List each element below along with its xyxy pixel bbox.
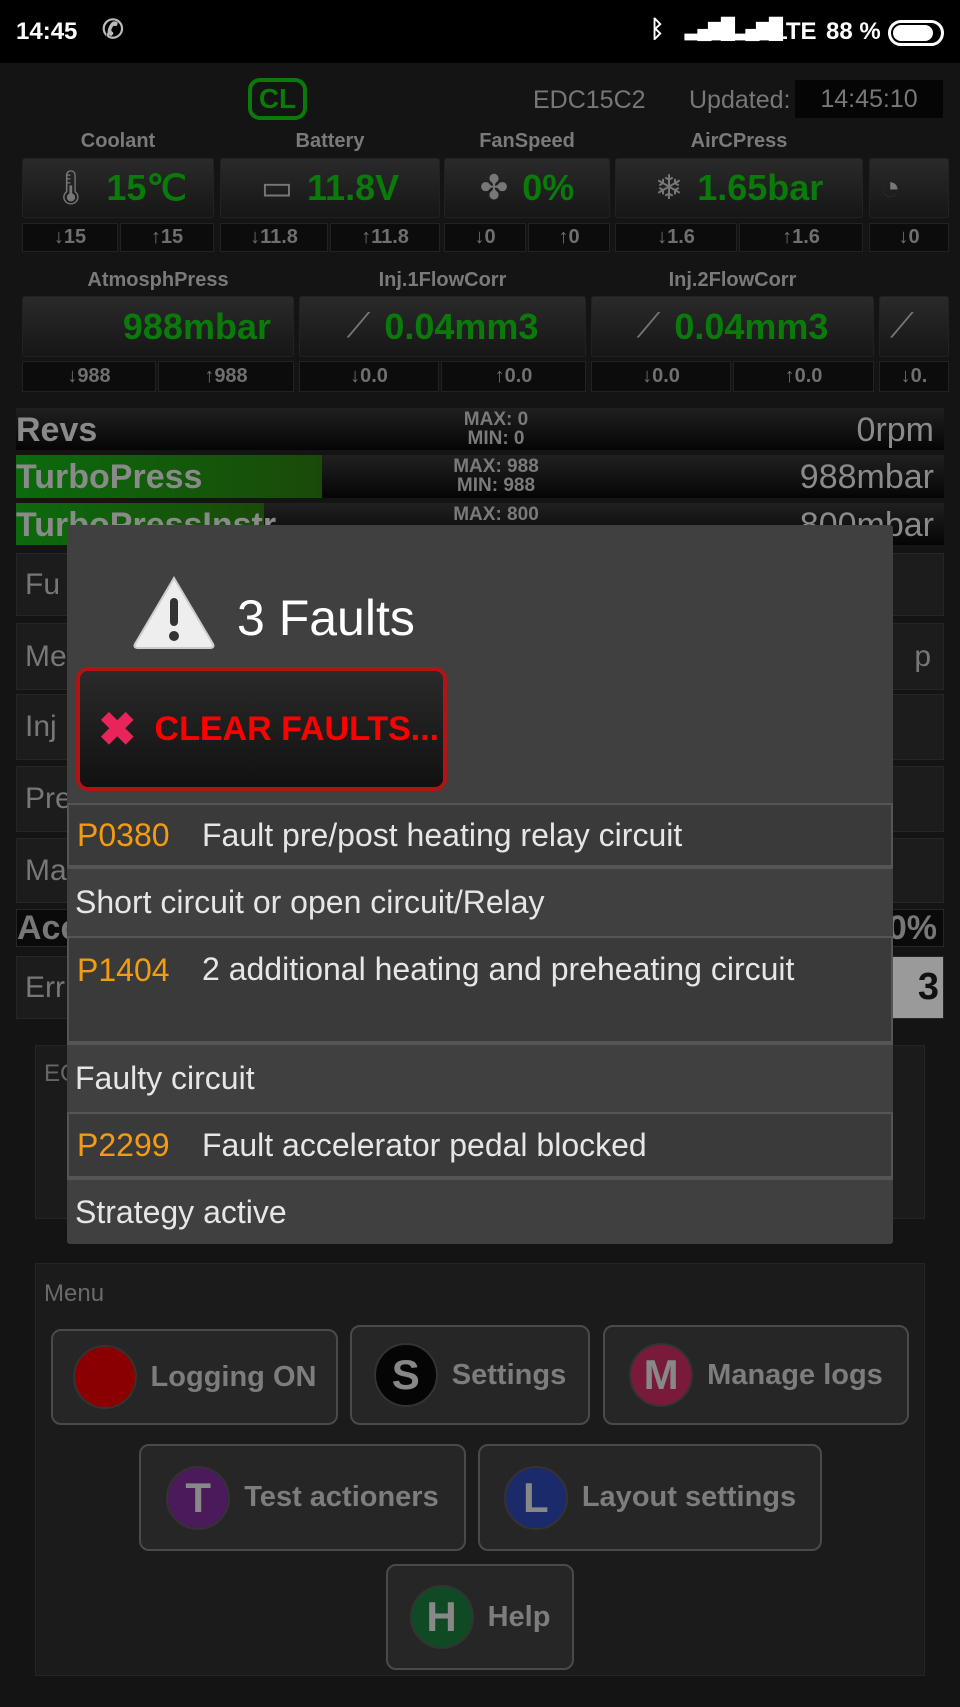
warning-icon: [133, 576, 215, 649]
bar-minmax: MAX: 988 MIN: 988: [453, 456, 539, 496]
layout-settings-button[interactable]: L Layout settings: [478, 1444, 822, 1551]
bar-minmax: MAX: 0 MIN: 0: [463, 409, 529, 449]
network-type: LTE: [773, 18, 817, 45]
gauge-icon: ◔: [880, 168, 901, 207]
x-icon: ✖: [98, 703, 137, 755]
gauge-min: ↓0.: [879, 361, 949, 392]
gauge-label: Coolant: [80, 130, 156, 152]
gauge-partial[interactable]: ⟋: [879, 296, 949, 357]
gauge-max: ↑988: [158, 361, 294, 392]
snowflake-icon: ❄: [654, 169, 684, 207]
bluetooth-icon: ᛒ: [650, 16, 665, 43]
gauge-value: 15℃: [106, 167, 187, 208]
bar-value: 988mbar: [799, 458, 934, 496]
gauge-fanspeed[interactable]: ✤ 0%: [444, 158, 610, 218]
faults-dialog: 3 Faults ✖ CLEAR FAULTS... P0380 Fault pr…: [67, 525, 893, 1244]
bar-minmax: MAX: 800: [453, 504, 539, 525]
gauge-aircpress[interactable]: ❄ 1.65bar: [615, 158, 863, 218]
gauge-label: Inj.2FlowCorr: [668, 269, 797, 291]
gauge-max: ↑1.6: [739, 223, 863, 252]
gauge-value: 988mbar: [122, 305, 271, 347]
fault-detail: Faulty circuit: [67, 1043, 893, 1112]
dialog-title: 3 Faults: [237, 590, 415, 646]
gauge-value: 11.8V: [307, 167, 400, 208]
help-button[interactable]: H Help: [386, 1564, 574, 1670]
gauge-min: ↓0.0: [591, 361, 731, 392]
bar-turbopress: TurboPress MAX: 988 MIN: 988 988mbar: [16, 455, 944, 498]
gauge-min: ↓0: [444, 223, 526, 252]
ecu-name: EDC15C2: [533, 86, 646, 114]
logging-button[interactable]: Logging ON: [51, 1329, 338, 1425]
gauge-max: ↑11.8: [330, 223, 440, 252]
gauge-max: ↑0.0: [441, 361, 586, 392]
gauge-label: Inj.1FlowCorr: [378, 269, 507, 291]
gauge-label: FanSpeed: [479, 130, 575, 152]
bar-name: TurboPress: [16, 458, 203, 496]
fault-row[interactable]: P1404 2 additional heating and preheating…: [67, 936, 893, 1043]
mode-badge[interactable]: CL: [248, 78, 307, 120]
bar-revs: Revs MAX: 0 MIN: 0 0rpm: [16, 408, 944, 450]
fault-row[interactable]: P2299 Fault accelerator pedal blocked: [67, 1112, 893, 1178]
gauge-max: ↑15: [120, 223, 214, 252]
gauge-inj2flowcorr[interactable]: ⟋ 0.04mm3: [591, 296, 874, 357]
manage-logs-button[interactable]: M Manage logs: [603, 1325, 909, 1425]
fault-row[interactable]: P0380 Fault pre/post heating relay circui…: [67, 803, 893, 867]
layout-letter-icon: L: [503, 1465, 568, 1530]
updated-time: 14:45:10: [795, 80, 943, 118]
gauge-min: ↓11.8: [220, 223, 328, 252]
gauge-value: 0%: [522, 167, 575, 208]
clear-faults-button[interactable]: ✖ CLEAR FAULTS...: [76, 667, 447, 791]
gauge-max: ↑0: [528, 223, 610, 252]
injector-icon: ⟋: [346, 307, 371, 345]
gauge-atmosphpress[interactable]: 988mbar: [22, 296, 294, 357]
clock: 14:45: [16, 18, 78, 45]
bar-name: Revs: [16, 411, 98, 449]
injector-icon: ⟋: [890, 307, 914, 345]
injector-icon: ⟋: [636, 307, 661, 345]
gauge-min: ↓15: [22, 223, 118, 252]
gauge-min: ↓1.6: [615, 223, 737, 252]
help-letter-icon: H: [409, 1585, 474, 1649]
fault-detail: Short circuit or open circuit/Relay: [67, 867, 893, 936]
manage-logs-letter-icon: M: [629, 1343, 694, 1407]
updated-label: Updated:: [689, 86, 791, 114]
gauge-label: Battery: [295, 130, 365, 152]
gauge-coolant[interactable]: 🌡 15℃: [22, 158, 214, 218]
gauge-inj1flowcorr[interactable]: ⟋ 0.04mm3: [299, 296, 586, 357]
bar-value: 0rpm: [856, 411, 934, 449]
thermometer-icon: 🌡: [49, 169, 93, 207]
settings-button[interactable]: S Settings: [350, 1325, 590, 1425]
gauge-value: 1.65bar: [697, 167, 824, 208]
record-icon: [72, 1345, 137, 1409]
fan-icon: ✤: [479, 169, 509, 207]
gauge-partial[interactable]: ◔: [869, 158, 949, 218]
status-bar: 14:45 ✆ ᛒ ▂▄▆█ ▂▄▆█ LTE 88 %: [0, 0, 960, 63]
battery-icon: [888, 20, 944, 46]
gauge-label: AirCPress: [690, 130, 788, 152]
gauge-battery[interactable]: ▭ 11.8V: [220, 158, 440, 218]
phone-icon: ✆: [102, 14, 124, 44]
test-actioners-button[interactable]: T Test actioners: [139, 1444, 466, 1551]
signal-icon: ▂▄▆█: [685, 18, 735, 40]
gauge-min: ↓988: [22, 361, 156, 392]
fault-detail: Strategy active: [67, 1178, 893, 1244]
gauge-label: AtmosphPress: [87, 269, 229, 291]
battery-icon: ▭: [260, 169, 294, 207]
gauge-max: ↑0.0: [733, 361, 874, 392]
battery-level: 88 %: [826, 18, 881, 45]
gauge-value: 0.04mm3: [384, 305, 539, 347]
gauge-value: 0.04mm3: [674, 305, 829, 347]
gauge-min: ↓0.0: [299, 361, 439, 392]
settings-letter-icon: S: [373, 1343, 438, 1407]
menu-title: Menu: [44, 1280, 105, 1307]
test-letter-icon: T: [166, 1465, 231, 1530]
gauge-min: ↓0: [869, 223, 949, 252]
